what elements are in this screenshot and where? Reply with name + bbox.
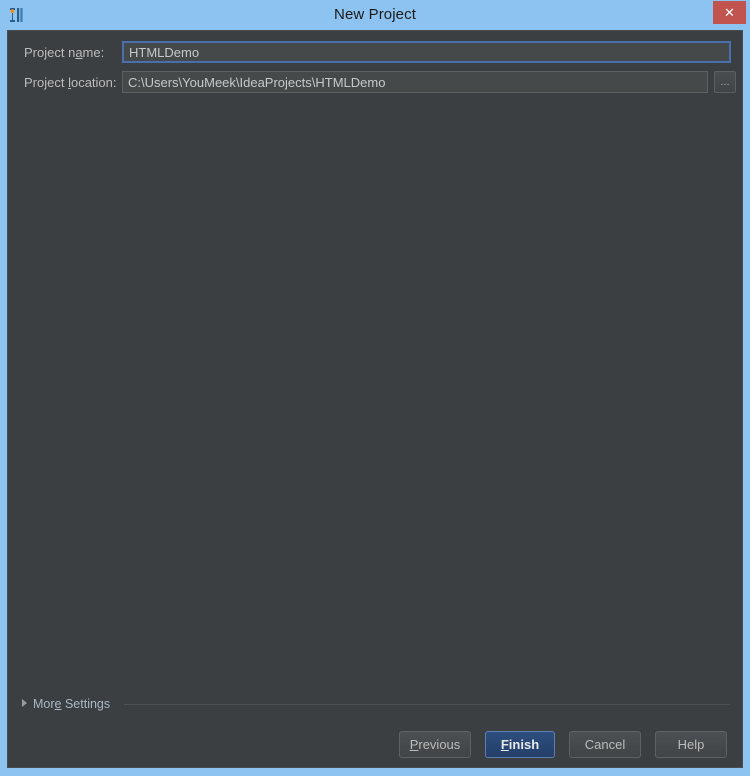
close-icon[interactable]: ✕: [713, 1, 746, 24]
browse-folder-button[interactable]: ...: [714, 71, 736, 93]
project-name-input[interactable]: [122, 41, 731, 63]
title-bar[interactable]: New Project ✕: [0, 0, 750, 30]
project-location-row: Project location: ...: [8, 71, 737, 95]
help-button[interactable]: Help: [655, 731, 727, 758]
dialog-body: Project name: Project location: ... More…: [7, 30, 743, 768]
project-name-label: Project name:: [24, 45, 105, 60]
separator: [124, 704, 730, 705]
cancel-button[interactable]: Cancel: [569, 731, 641, 758]
previous-button[interactable]: Previous: [399, 731, 471, 758]
project-location-input[interactable]: [122, 71, 708, 93]
triangle-right-icon: [22, 699, 27, 707]
project-name-row: Project name:: [8, 41, 737, 65]
finish-button[interactable]: Finish: [485, 731, 555, 758]
page-title: New Project: [334, 6, 416, 23]
more-settings-toggle[interactable]: More Settings: [22, 695, 110, 713]
dialog-button-bar: Previous Finish Cancel Help: [8, 725, 742, 767]
new-project-dialog-window: New Project ✕ Project name: Project loca…: [0, 0, 750, 776]
more-settings-row: More Settings: [8, 695, 742, 713]
project-location-label: Project location:: [24, 75, 117, 90]
